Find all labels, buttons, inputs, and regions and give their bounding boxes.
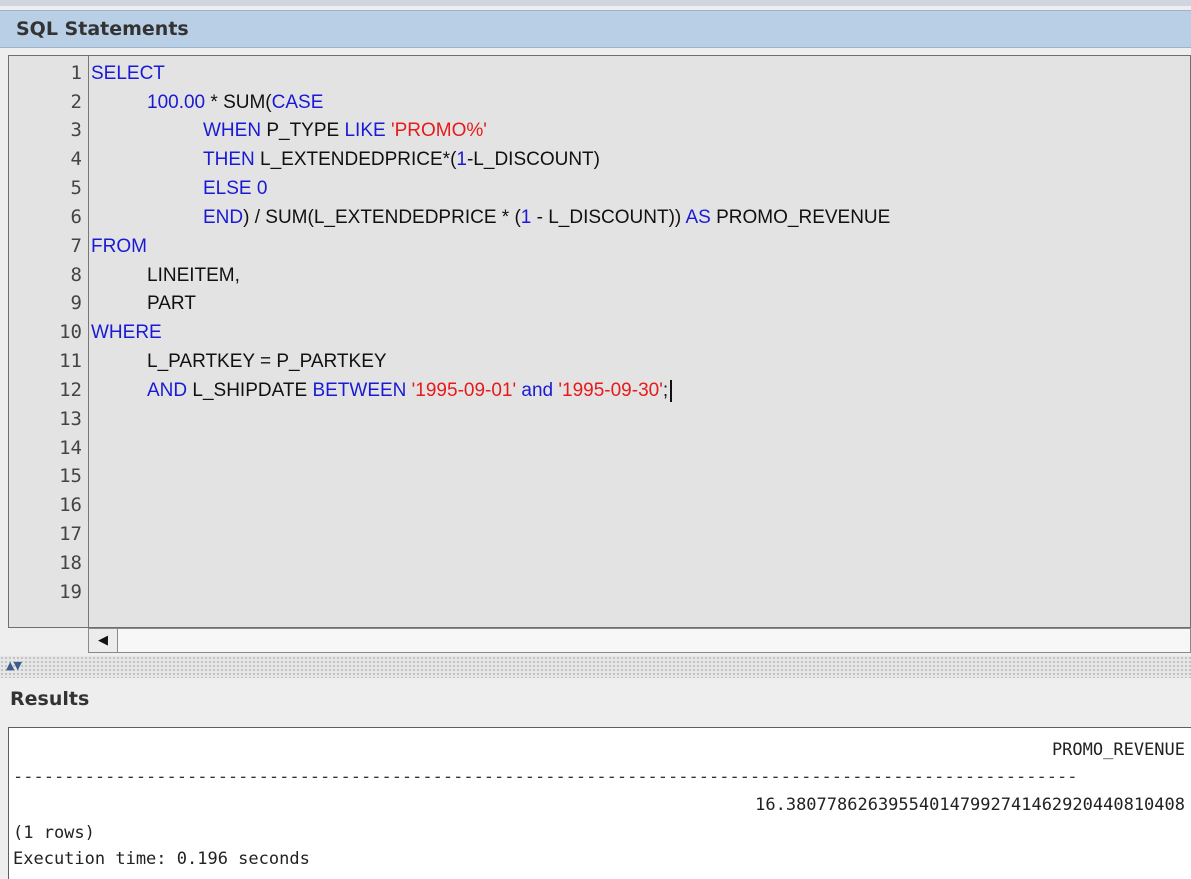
line-number: 18 [59,552,82,574]
line-number: 12 [59,379,82,401]
keyword-token: BETWEEN [312,380,407,401]
code-line: AND L_SHIPDATE BETWEEN '1995-09-01' and … [147,376,673,405]
number-token: 0 [256,178,268,199]
string-token: '1995-09-30' [558,380,663,401]
line-number: 13 [59,408,82,430]
code-token: PROMO_REVENUE [710,207,891,228]
code-text-area[interactable]: SELECT 100.00 * SUM(CASE WHEN P_TYPE LIK… [91,56,1190,627]
results-title: Results [10,688,90,710]
arrow-left-icon: ◀ [98,633,108,648]
code-line: FROM [91,232,147,261]
code-token: L_SHIPDATE [187,380,313,401]
sql-statements-title: SQL Statements [16,18,189,40]
code-token: ; [662,380,669,401]
line-number: 14 [59,437,82,459]
code-line: LINEITEM, [147,261,240,290]
panel-splitter[interactable]: ▲▼ [0,656,1191,678]
code-token: * SUM( [205,92,272,113]
line-number: 1 [70,62,82,84]
execution-time: Execution time: 0.196 seconds [13,849,310,869]
text-cursor [670,379,673,402]
line-number: 19 [59,581,82,603]
keyword-token: END [203,207,244,228]
number-token: 1 [456,149,467,170]
keyword-token: FROM [91,236,147,257]
code-line: WHERE [91,318,162,347]
line-number: 3 [70,119,82,141]
line-number: 5 [70,177,82,199]
result-value: 16.3807786263955401479927414629204408104… [755,795,1185,815]
code-token: L_PARTKEY = P_PARTKEY [147,351,387,372]
line-number: 17 [59,523,82,545]
keyword-token: ELSE [203,178,252,199]
number-token: 100.00 [147,92,206,113]
keyword-token: SELECT [91,63,165,84]
result-separator: ----------------------------------------… [13,767,1078,787]
line-number: 15 [59,465,82,487]
results-output[interactable]: PROMO_REVENUE --------------------------… [8,727,1191,879]
line-number: 8 [70,264,82,286]
code-token: -L_DISCOUNT) [466,149,600,170]
line-number: 9 [70,292,82,314]
code-line: END) / SUM(L_EXTENDEDPRICE * (1 - L_DISC… [203,203,890,232]
results-header: Results [0,682,1191,720]
code-line: L_PARTKEY = P_PARTKEY [147,347,387,376]
code-line: PART [147,289,196,318]
keyword-token: CASE [271,92,324,113]
code-token: PART [147,293,196,314]
line-number: 10 [59,321,82,343]
keyword-token: and [521,380,554,401]
code-line: 100.00 * SUM(CASE [147,88,323,117]
keyword-token: WHEN [203,120,262,141]
result-column-header: PROMO_REVENUE [1051,740,1185,760]
result-row-count: (1 rows) [13,823,95,843]
sql-statements-header: SQL Statements [0,10,1191,48]
line-number-gutter: 1 2 3 4 5 6 7 8 9 10 11 12 13 14 15 16 1… [9,56,89,627]
code-token: ) / SUM(L_EXTENDEDPRICE * ( [243,207,521,228]
keyword-token: THEN [203,149,255,170]
line-number: 16 [59,494,82,516]
horizontal-scrollbar[interactable]: ◀ [88,628,1191,653]
line-number: 7 [70,235,82,257]
code-line: WHEN P_TYPE LIKE 'PROMO%' [203,116,487,145]
code-token: LINEITEM, [147,265,240,286]
line-number: 11 [59,350,82,372]
code-token: L_EXTENDEDPRICE*( [254,149,457,170]
window-top-border [0,0,1191,6]
number-token: 1 [520,207,532,228]
string-token: 'PROMO%' [390,120,487,141]
keyword-token: LIKE [344,120,386,141]
line-number: 2 [70,91,82,113]
scroll-left-button[interactable]: ◀ [89,629,118,652]
code-line: ELSE 0 [203,174,267,203]
line-number: 6 [70,206,82,228]
collapse-expand-icon[interactable]: ▲▼ [6,659,22,672]
code-line: THEN L_EXTENDEDPRICE*(1-L_DISCOUNT) [203,145,600,174]
keyword-token: WHERE [91,322,162,343]
sql-editor[interactable]: 1 2 3 4 5 6 7 8 9 10 11 12 13 14 15 16 1… [8,55,1191,628]
line-number: 4 [70,148,82,170]
keyword-token: AND [147,380,188,401]
code-line: SELECT [91,59,165,88]
keyword-token: AS [685,207,711,228]
code-token: P_TYPE [261,120,345,141]
code-token: - L_DISCOUNT)) [531,207,686,228]
string-token: '1995-09-01' [411,380,517,401]
